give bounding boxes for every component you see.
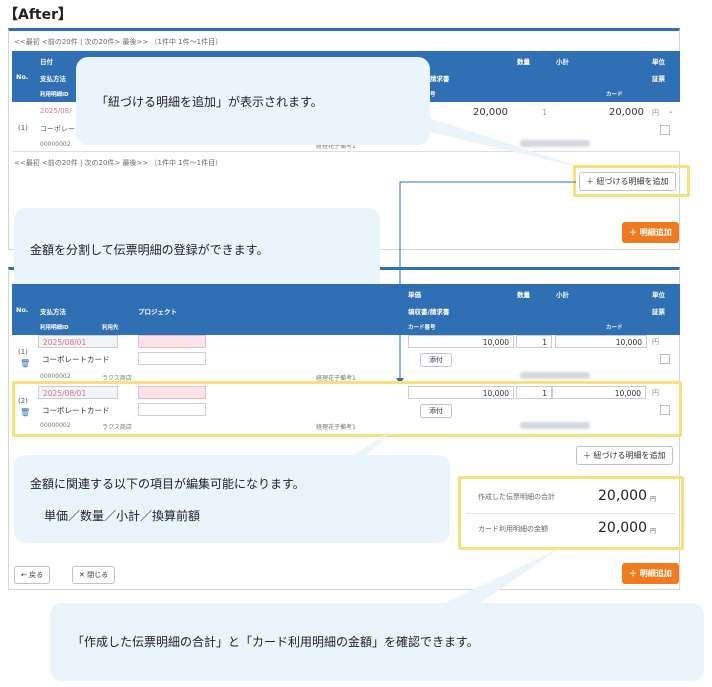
callout-4-text: 「作成した伝票明細の合計」と「カード利用明細の金額」を確認できます。: [72, 635, 479, 649]
callout-4: 「作成した伝票明細の合計」と「カード利用明細の金額」を確認できます。: [50, 603, 704, 681]
callout4-pointer: [430, 548, 560, 610]
